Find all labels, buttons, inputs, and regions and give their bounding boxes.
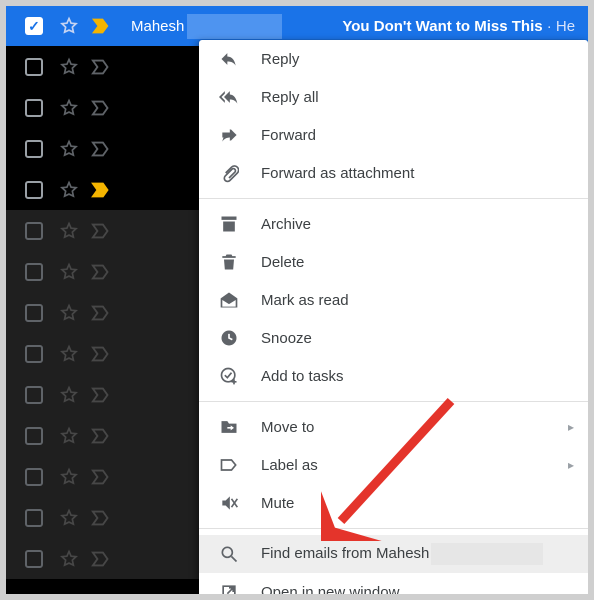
importance-marker-icon[interactable] — [91, 16, 113, 36]
submenu-arrow-icon: ▸ — [568, 420, 574, 434]
menu-separator — [199, 198, 588, 199]
checkbox-unchecked-icon[interactable] — [25, 263, 43, 281]
star-outline-icon[interactable] — [59, 221, 79, 241]
star-outline-icon[interactable] — [59, 139, 79, 159]
checkbox-unchecked-icon[interactable] — [25, 304, 43, 322]
checkbox-unchecked-icon[interactable] — [25, 386, 43, 404]
star-outline-icon[interactable] — [59, 344, 79, 364]
importance-marker-icon[interactable] — [91, 467, 113, 487]
importance-marker-icon[interactable] — [91, 385, 113, 405]
checkbox-unchecked-icon[interactable] — [25, 140, 43, 158]
star-outline-icon[interactable] — [59, 98, 79, 118]
menu-item-reply-all[interactable]: Reply all — [199, 78, 588, 116]
importance-marker-icon[interactable] — [91, 221, 113, 241]
star-outline-icon[interactable] — [59, 16, 79, 36]
attachment-icon — [219, 163, 239, 183]
menu-item-snooze[interactable]: Snooze — [199, 319, 588, 357]
menu-item-delete[interactable]: Delete — [199, 243, 588, 281]
menu-item-open-new-window[interactable]: Open in new window — [199, 573, 588, 598]
star-outline-icon[interactable] — [59, 549, 79, 569]
menu-item-move-to[interactable]: Move to ▸ — [199, 408, 588, 446]
star-outline-icon[interactable] — [59, 426, 79, 446]
checkbox-unchecked-icon[interactable] — [25, 468, 43, 486]
importance-marker-icon[interactable] — [91, 57, 113, 77]
label-icon — [219, 455, 239, 475]
menu-item-mark-as-read[interactable]: Mark as read — [199, 281, 588, 319]
menu-item-forward[interactable]: Forward — [199, 116, 588, 154]
star-outline-icon[interactable] — [59, 262, 79, 282]
menu-item-mute[interactable]: Mute — [199, 484, 588, 522]
forward-icon — [219, 125, 239, 145]
checkbox-unchecked-icon[interactable] — [25, 99, 43, 117]
folder-arrow-icon — [219, 417, 239, 437]
menu-separator — [199, 401, 588, 402]
checkbox-unchecked-icon[interactable] — [25, 427, 43, 445]
menu-item-forward-as-attachment[interactable]: Forward as attachment — [199, 154, 588, 192]
star-outline-icon[interactable] — [59, 57, 79, 77]
importance-marker-icon[interactable] — [91, 180, 113, 200]
importance-marker-icon[interactable] — [91, 303, 113, 323]
checkbox-unchecked-icon[interactable] — [25, 222, 43, 240]
checkbox-checked-icon[interactable]: ✓ — [25, 17, 43, 35]
menu-item-find-emails-from[interactable]: Find emails from Mahesh — [199, 535, 588, 573]
search-icon — [219, 544, 239, 564]
clock-icon — [219, 328, 239, 348]
importance-marker-icon[interactable] — [91, 426, 113, 446]
submenu-arrow-icon: ▸ — [568, 458, 574, 472]
importance-marker-icon[interactable] — [91, 344, 113, 364]
star-outline-icon[interactable] — [59, 303, 79, 323]
mute-icon — [219, 493, 239, 513]
checkbox-unchecked-icon[interactable] — [25, 181, 43, 199]
menu-item-label-as[interactable]: Label as ▸ — [199, 446, 588, 484]
checkbox-unchecked-icon[interactable] — [25, 509, 43, 527]
add-task-icon — [219, 366, 239, 386]
menu-separator — [199, 528, 588, 529]
checkbox-unchecked-icon[interactable] — [25, 550, 43, 568]
star-outline-icon[interactable] — [59, 385, 79, 405]
checkbox-unchecked-icon[interactable] — [25, 58, 43, 76]
checkbox-unchecked-icon[interactable] — [25, 345, 43, 363]
importance-marker-icon[interactable] — [91, 508, 113, 528]
trash-icon — [219, 252, 239, 272]
mark-read-icon — [219, 290, 239, 310]
importance-marker-icon[interactable] — [91, 139, 113, 159]
reply-all-icon — [219, 87, 239, 107]
email-subject: You Don't Want to Miss This · He — [342, 18, 575, 35]
archive-icon — [219, 214, 239, 234]
reply-icon — [219, 49, 239, 69]
importance-marker-icon[interactable] — [91, 549, 113, 569]
star-outline-icon[interactable] — [59, 180, 79, 200]
star-outline-icon[interactable] — [59, 508, 79, 528]
menu-item-reply[interactable]: Reply — [199, 40, 588, 78]
sender-redacted — [431, 543, 543, 565]
sender-redacted — [187, 14, 282, 39]
menu-item-add-to-tasks[interactable]: Add to tasks — [199, 357, 588, 395]
star-outline-icon[interactable] — [59, 467, 79, 487]
email-context-menu: Reply Reply all Forward — [199, 40, 588, 598]
open-in-new-icon — [219, 582, 239, 598]
importance-marker-icon[interactable] — [91, 98, 113, 118]
menu-item-archive[interactable]: Archive — [199, 205, 588, 243]
sender-name: Mahesh — [131, 18, 184, 35]
importance-marker-icon[interactable] — [91, 262, 113, 282]
